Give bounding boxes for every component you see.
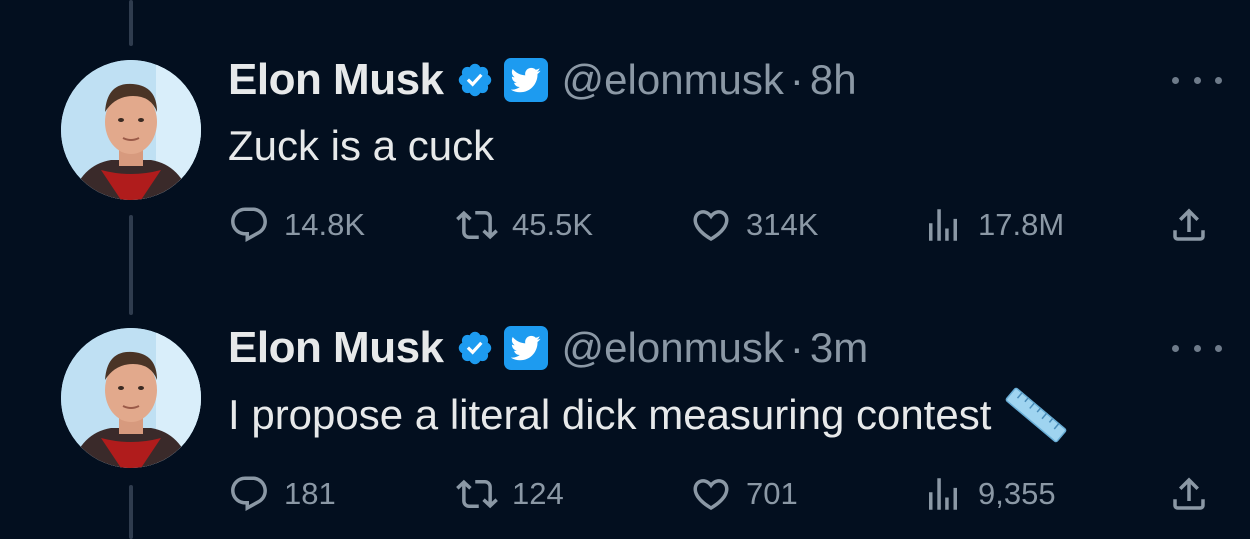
- avatar[interactable]: [61, 328, 201, 468]
- tweet-2[interactable]: Elon Musk @elonmusk · 3m I propose a lit…: [0, 270, 1250, 520]
- retweet-count: 124: [512, 476, 564, 511]
- like-button[interactable]: 314K: [690, 200, 818, 250]
- tweet-1[interactable]: Elon Musk @elonmusk · 8h Zuck is a cuck …: [0, 0, 1250, 250]
- avatar-image: [61, 328, 201, 468]
- reply-button[interactable]: 14.8K: [228, 200, 365, 250]
- share-icon: [1173, 208, 1205, 241]
- tweet-actions: 181 124 701 9,355: [228, 469, 1228, 519]
- like-icon: [693, 210, 729, 242]
- twitter-bird-icon: [503, 326, 548, 370]
- reply-icon: [231, 476, 267, 511]
- avatar-image: [61, 60, 201, 200]
- tweet-actions: 14.8K 45.5K 314K 17.8M: [228, 200, 1228, 250]
- share-button[interactable]: [1168, 200, 1210, 250]
- reply-count: 14.8K: [284, 207, 366, 242]
- reply-icon: [231, 207, 267, 242]
- tweet-text: I propose a literal dick measuring conte…: [228, 382, 1071, 448]
- retweet-count: 45.5K: [512, 207, 594, 242]
- tweet-text-content: Zuck is a cuck: [228, 122, 495, 169]
- author-name[interactable]: Elon Musk: [228, 323, 444, 373]
- author-handle[interactable]: @elonmusk: [562, 324, 784, 372]
- share-button[interactable]: [1168, 469, 1210, 519]
- tweet-header: Elon Musk @elonmusk · 8h: [228, 50, 857, 110]
- more-icon[interactable]: [1172, 338, 1222, 358]
- share-icon: [1173, 477, 1205, 510]
- tweet-text-content: I propose a literal dick measuring conte…: [228, 391, 992, 438]
- like-count: 314K: [746, 207, 819, 242]
- timestamp[interactable]: 3m: [810, 324, 868, 372]
- views-button[interactable]: 17.8M: [922, 200, 1064, 250]
- retweet-button[interactable]: 45.5K: [456, 200, 593, 250]
- retweet-icon: [456, 479, 498, 509]
- views-icon: [929, 478, 957, 510]
- separator-dot: ·: [789, 56, 804, 103]
- view-count: 9,355: [978, 476, 1056, 511]
- views-button[interactable]: 9,355: [922, 469, 1056, 519]
- separator-dot: ·: [789, 324, 804, 371]
- author-handle[interactable]: @elonmusk: [562, 56, 784, 104]
- author-name[interactable]: Elon Musk: [228, 55, 444, 105]
- ruler-emoji-icon: [1006, 387, 1067, 443]
- reply-button[interactable]: 181: [228, 469, 336, 519]
- like-button[interactable]: 701: [690, 469, 798, 519]
- twitter-bird-icon: [503, 58, 548, 102]
- retweet-button[interactable]: 124: [456, 469, 564, 519]
- reply-count: 181: [284, 476, 336, 511]
- verified-badge-icon: [458, 63, 491, 97]
- views-icon: [929, 209, 957, 241]
- tweet-text: Zuck is a cuck: [228, 118, 494, 174]
- verified-badge-icon: [458, 331, 491, 365]
- like-icon: [693, 479, 729, 511]
- avatar[interactable]: [61, 60, 201, 200]
- view-count: 17.8M: [978, 207, 1065, 242]
- more-icon[interactable]: [1172, 70, 1222, 90]
- tweet-header: Elon Musk @elonmusk · 3m: [228, 318, 868, 378]
- like-count: 701: [746, 476, 798, 511]
- retweet-icon: [456, 210, 498, 240]
- timestamp[interactable]: 8h: [810, 56, 857, 104]
